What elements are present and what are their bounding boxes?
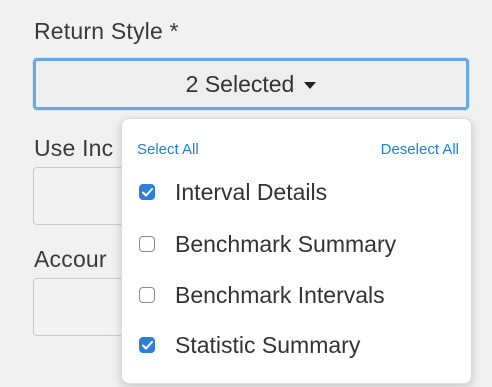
account-field-label: Accour: [34, 246, 107, 272]
check-icon: [141, 187, 153, 196]
caret-down-icon: [304, 82, 317, 89]
option-benchmark-intervals[interactable]: Benchmark Intervals: [139, 277, 385, 313]
option-label: Benchmark Intervals: [175, 281, 385, 308]
use-field-label: Use Inc: [34, 135, 114, 161]
option-label: Interval Details: [175, 178, 328, 205]
selected-count-text: 2 Selected: [185, 70, 295, 97]
option-statistic-summary[interactable]: Statistic Summary: [139, 327, 360, 363]
option-interval-details[interactable]: Interval Details: [139, 174, 327, 210]
option-benchmark-summary[interactable]: Benchmark Summary: [139, 226, 396, 262]
return-style-dropdown-menu: Select All Deselect All Interval Details…: [121, 118, 472, 384]
checkbox[interactable]: [139, 287, 155, 303]
option-label: Benchmark Summary: [175, 230, 397, 257]
deselect-all-link[interactable]: Deselect All: [381, 141, 459, 158]
return-style-select-button[interactable]: 2 Selected: [33, 58, 469, 110]
select-all-link[interactable]: Select All: [137, 141, 199, 158]
checkbox[interactable]: [139, 184, 155, 200]
check-icon: [141, 340, 153, 349]
option-label: Statistic Summary: [175, 331, 361, 358]
return-style-label: Return Style *: [34, 18, 179, 44]
checkbox[interactable]: [139, 236, 155, 252]
checkbox[interactable]: [139, 337, 155, 353]
